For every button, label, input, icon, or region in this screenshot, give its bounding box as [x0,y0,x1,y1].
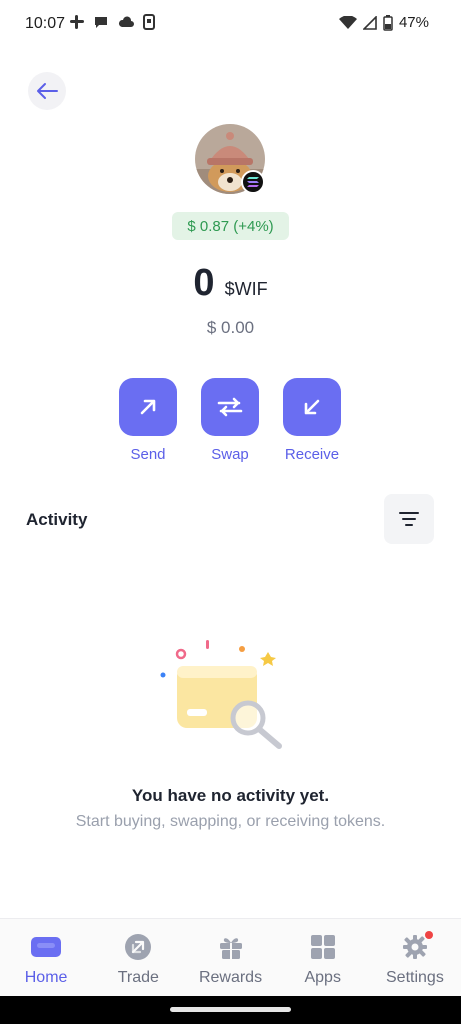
nav-apps-label: Apps [304,969,341,986]
empty-activity-illustration [160,640,282,749]
token-balance: 0 $WIF [0,262,461,305]
receive-action[interactable]: Receive [272,378,352,463]
cloud-icon [118,16,134,27]
home-wallet-icon [30,933,62,961]
filter-icon [399,512,419,526]
send-action[interactable]: Send [108,378,188,463]
solana-icon [247,177,259,187]
home-gesture-pill[interactable] [170,1007,291,1012]
swap-button[interactable] [201,378,259,436]
chat-bubble-icon [95,17,107,28]
send-label: Send [130,446,166,463]
gear-icon [399,931,433,961]
nav-trade[interactable]: Trade [92,919,184,996]
battery-icon [383,14,393,31]
bottom-navigation: Home Trade Rewards Apps Settings [0,918,461,996]
nav-settings[interactable]: Settings [369,919,461,996]
phone-device-icon [143,14,155,30]
swap-icon [217,397,243,417]
apps-grid-icon [307,933,339,961]
swap-label: Swap [211,446,249,463]
status-notification-icons [69,14,155,30]
nav-rewards-label: Rewards [198,969,263,986]
trade-icon [122,933,154,961]
filter-button[interactable] [384,494,434,544]
battery-percentage: 47% [398,14,429,31]
signal-icon [362,15,377,30]
send-button[interactable] [119,378,177,436]
swap-action[interactable]: Swap [190,378,270,463]
balance-amount: 0 [193,262,215,304]
slack-icon [70,15,84,29]
gift-icon [215,933,247,961]
status-time: 10:07 [25,15,66,32]
back-button[interactable] [28,72,66,110]
status-bar: 10:07 47% [0,0,461,50]
price-change-badge: $ 0.87 (+4%) [172,212,289,240]
activity-title: Activity [26,510,88,529]
status-system-icons: 47% [338,14,429,31]
token-symbol: $WIF [224,279,268,299]
empty-state-title: You have no activity yet. [131,786,330,805]
nav-apps[interactable]: Apps [277,919,369,996]
nav-home-label: Home [24,969,68,986]
arrow-down-left-icon [304,399,320,415]
receive-button[interactable] [283,378,341,436]
system-gesture-bar [0,996,461,1024]
nav-home[interactable]: Home [0,919,92,996]
nav-rewards[interactable]: Rewards [184,919,276,996]
nav-settings-label: Settings [386,969,444,986]
fiat-value: $ 0.00 [206,318,255,337]
settings-notification-dot [424,931,433,939]
arrow-left-icon [37,83,58,99]
wifi-icon [338,15,357,29]
solana-chain-badge [241,170,265,194]
receive-label: Receive [284,446,340,463]
empty-state-subtitle: Start buying, swapping, or receiving tok… [75,813,386,830]
arrow-up-right-icon [140,399,156,415]
nav-trade-label: Trade [117,969,159,986]
